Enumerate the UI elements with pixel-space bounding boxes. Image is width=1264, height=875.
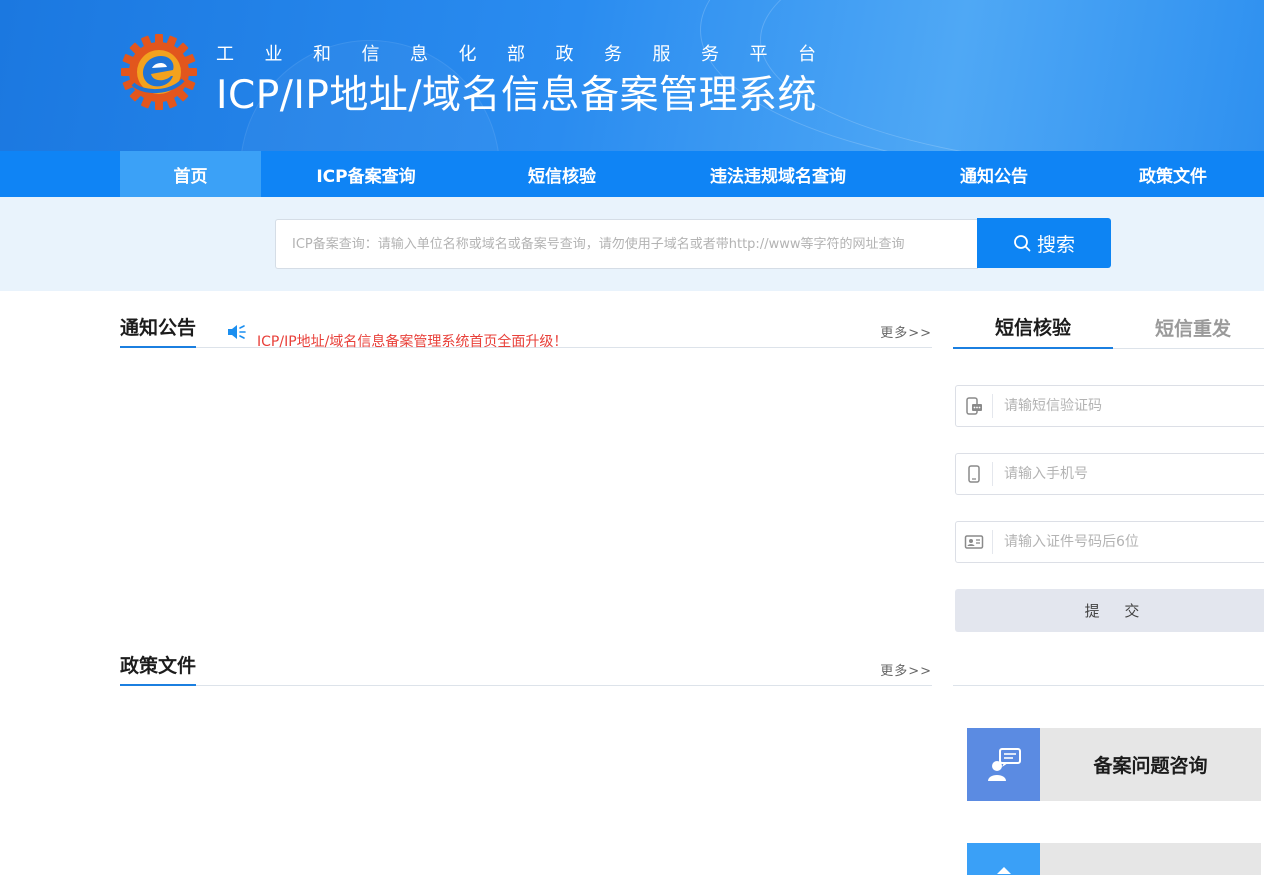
message-phone-icon (966, 397, 982, 415)
field-separator (992, 530, 993, 554)
filing-consult-card[interactable]: 备案问题咨询 (967, 728, 1261, 801)
page-title: ICP/IP地址/域名信息备案管理系统 (216, 73, 818, 118)
search-input[interactable] (275, 219, 978, 269)
header-subtitle: 工业和信息化部政务服务平台 (216, 44, 847, 65)
filing-consult-label: 备案问题咨询 (1093, 755, 1208, 777)
search-button[interactable]: 搜索 (977, 218, 1111, 268)
nav-item-home[interactable]: 首页 (120, 151, 261, 197)
consult-person-chat-icon (987, 747, 1021, 781)
id-number-input[interactable] (996, 522, 1264, 562)
phone-field (955, 453, 1264, 495)
consult-icon-wrap (967, 728, 1040, 801)
search-button-label: 搜索 (1036, 233, 1075, 256)
id-number-field (955, 521, 1264, 563)
sms-code-field (955, 385, 1264, 427)
notice-scroll-text[interactable]: ICP/IP地址/域名信息备案管理系统首页全面升级！ (257, 331, 567, 351)
tab-sms-verify[interactable]: 短信核验 (953, 305, 1113, 349)
right-panel-divider (953, 685, 1264, 686)
sms-tabs: 短信核验 短信重发 (953, 305, 1264, 349)
submit-button[interactable]: 提 交 (955, 589, 1264, 632)
notice-section-title[interactable]: 通知公告 (120, 313, 197, 348)
up-arrow-icon (996, 866, 1011, 874)
sms-code-field-icon-wrap (956, 386, 992, 426)
main-nav: 首页 ICP备案查询 短信核验 违法违规域名查询 通知公告 政策文件 (0, 151, 1264, 197)
nav-item-policies[interactable]: 政策文件 (1115, 151, 1231, 197)
search-icon (1014, 235, 1031, 252)
policy-section-header: 政策文件 更多>> (120, 646, 932, 686)
header-banner: 工业和信息化部政务服务平台 ICP/IP地址/域名信息备案管理系统 (0, 0, 1264, 151)
search-area: 搜索 (0, 197, 1264, 291)
id-field-icon-wrap (956, 522, 992, 562)
phone-field-icon-wrap (956, 454, 992, 494)
policy-section-title[interactable]: 政策文件 (120, 651, 197, 686)
site-logo[interactable] (119, 32, 199, 112)
nav-item-illegal-domain-query[interactable]: 违法违规域名查询 (690, 151, 866, 197)
notice-more-link[interactable]: 更多>> (880, 322, 932, 341)
nav-item-icp-query[interactable]: ICP备案查询 (290, 151, 442, 197)
tab-sms-resend[interactable]: 短信重发 (1113, 305, 1264, 349)
field-separator (992, 462, 993, 486)
sms-code-input[interactable] (996, 386, 1264, 426)
id-card-icon (964, 535, 984, 549)
policy-more-link[interactable]: 更多>> (880, 660, 932, 679)
phone-input[interactable] (996, 454, 1264, 494)
nav-item-notices[interactable]: 通知公告 (935, 151, 1053, 197)
second-service-card[interactable] (967, 843, 1261, 875)
nav-item-sms-verify[interactable]: 短信核验 (495, 151, 629, 197)
speaker-icon (228, 325, 246, 339)
mobile-phone-icon (968, 465, 980, 483)
second-service-icon-wrap (967, 843, 1040, 875)
field-separator (992, 394, 993, 418)
